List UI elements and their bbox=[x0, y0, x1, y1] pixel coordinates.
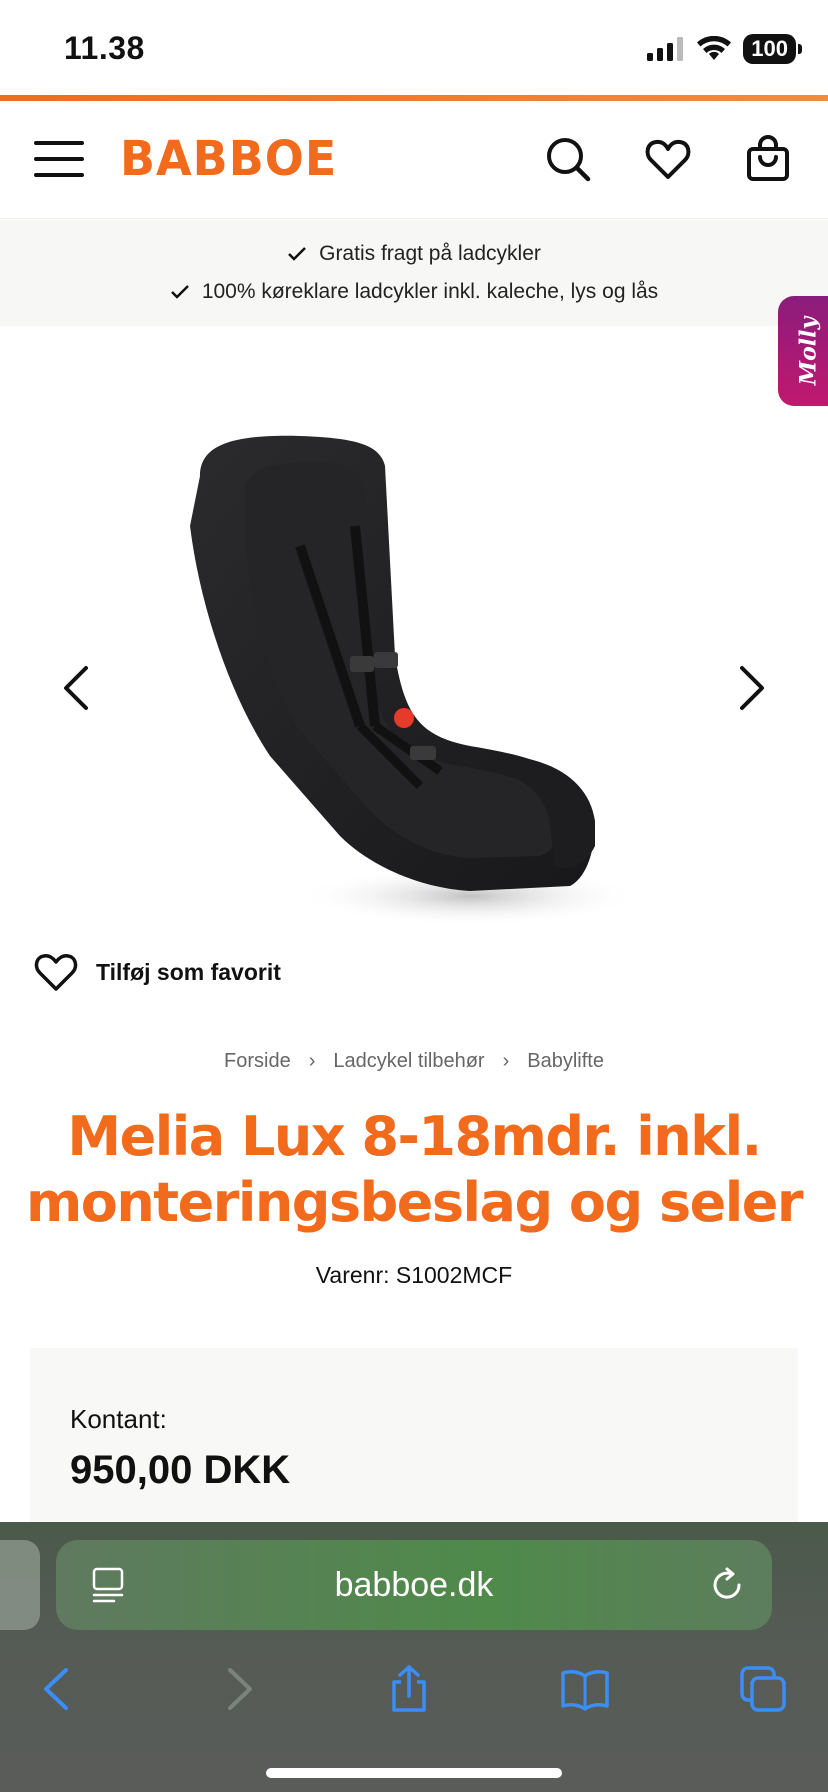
add-to-favorites-button[interactable]: Tilføj som favorit bbox=[34, 952, 281, 992]
status-icons: 100 bbox=[647, 34, 802, 64]
heart-outline-icon bbox=[34, 954, 78, 991]
checkmark-icon bbox=[170, 285, 189, 299]
menu-button[interactable] bbox=[34, 141, 84, 177]
usp-text: 100% køreklare ladcykler inkl. kaleche, … bbox=[201, 280, 659, 303]
status-bar: 11.38 100 bbox=[0, 0, 828, 96]
url-text: babboe.dk bbox=[334, 1566, 494, 1604]
price-box: Kontant: 950,00 DKK bbox=[30, 1348, 798, 1548]
reader-mode-icon[interactable] bbox=[90, 1566, 126, 1604]
menu-icon-bar bbox=[34, 141, 84, 145]
tabs-overview-icon[interactable] bbox=[738, 1664, 788, 1714]
breadcrumb: Forside › Ladcykel tilbehør › Babylifte bbox=[0, 1050, 828, 1073]
back-arrow-icon[interactable] bbox=[34, 1664, 84, 1714]
address-bar[interactable]: babboe.dk bbox=[56, 1540, 772, 1630]
favorite-label: Tilføj som favorit bbox=[96, 958, 281, 985]
battery-indicator: 100 bbox=[743, 34, 802, 64]
chevron-right-icon: › bbox=[502, 1050, 510, 1072]
price-value: 950,00 DKK bbox=[70, 1448, 291, 1492]
share-icon[interactable] bbox=[384, 1664, 434, 1714]
home-indicator bbox=[266, 1768, 562, 1778]
previous-tab-preview[interactable] bbox=[0, 1540, 40, 1630]
usp-text: Gratis fragt på ladcykler bbox=[319, 242, 541, 265]
menu-icon-bar bbox=[34, 173, 84, 177]
heart-icon[interactable] bbox=[644, 135, 692, 183]
product-gallery bbox=[0, 326, 828, 946]
product-sku: Varenr: S1002MCF bbox=[315, 1262, 513, 1288]
search-icon[interactable] bbox=[544, 135, 592, 183]
site-header: BABBOE bbox=[0, 101, 828, 219]
usp-item: 100% køreklare ladcykler inkl. kaleche, … bbox=[170, 280, 658, 304]
status-time: 11.38 bbox=[64, 30, 145, 66]
wifi-icon bbox=[697, 36, 732, 60]
previous-image-arrow-icon[interactable] bbox=[52, 658, 102, 718]
price-label: Kontant: bbox=[70, 1404, 167, 1434]
reload-icon[interactable] bbox=[708, 1566, 746, 1604]
bookmarks-icon[interactable] bbox=[560, 1664, 610, 1714]
breadcrumb-link-accessories[interactable]: Ladcykel tilbehør bbox=[333, 1050, 484, 1073]
cart-icon[interactable] bbox=[744, 135, 792, 183]
usp-bar: Gratis fragt på ladcykler 100% køreklare… bbox=[0, 220, 828, 326]
browser-toolbar: babboe.dk bbox=[0, 1522, 828, 1792]
breadcrumb-link-babylifts[interactable]: Babylifte bbox=[527, 1050, 604, 1073]
product-image-baby-seat[interactable] bbox=[170, 426, 660, 946]
menu-icon-bar bbox=[34, 157, 84, 161]
babboe-logo[interactable]: BABBOE bbox=[120, 130, 337, 187]
product-title: Melia Lux 8-18mdr. inkl. monteringsbesla… bbox=[25, 1105, 804, 1234]
breadcrumb-link-home[interactable]: Forside bbox=[224, 1050, 291, 1073]
checkmark-icon bbox=[288, 247, 306, 261]
forward-arrow-icon[interactable] bbox=[212, 1664, 262, 1714]
cellular-signal-icon bbox=[647, 37, 684, 61]
browser-nav-row bbox=[0, 1654, 828, 1734]
usp-item: Gratis fragt på ladcykler bbox=[287, 242, 541, 266]
chevron-right-icon: › bbox=[308, 1050, 316, 1072]
next-image-arrow-icon[interactable] bbox=[726, 658, 776, 718]
